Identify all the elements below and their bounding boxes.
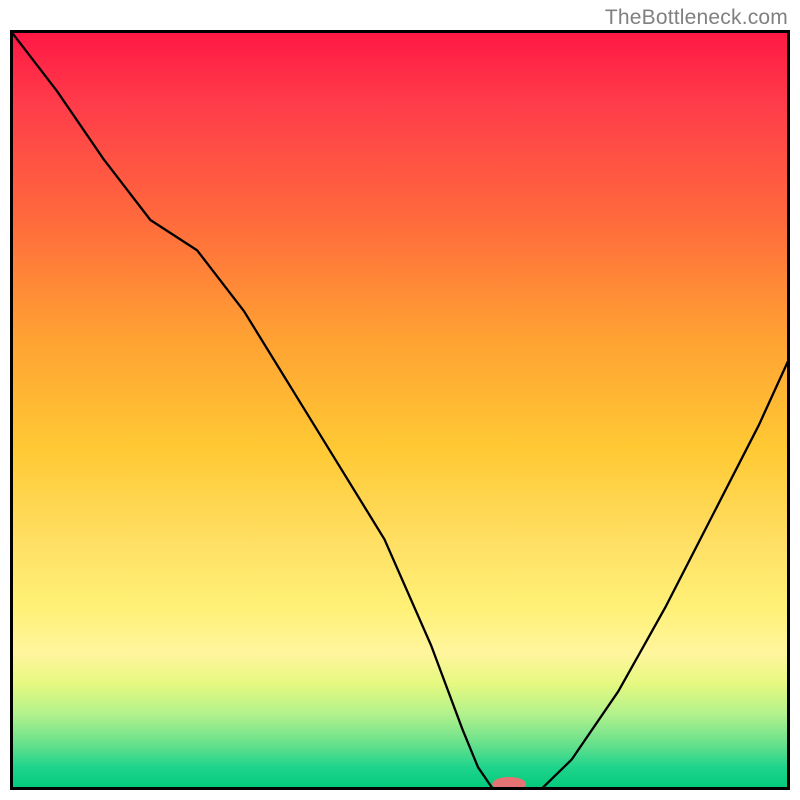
chart-svg-layer — [10, 30, 790, 790]
minimum-marker — [492, 777, 526, 790]
bottleneck-chart — [10, 30, 790, 790]
watermark-text: TheBottleneck.com — [605, 6, 788, 30]
bottleneck-curve — [10, 30, 790, 790]
